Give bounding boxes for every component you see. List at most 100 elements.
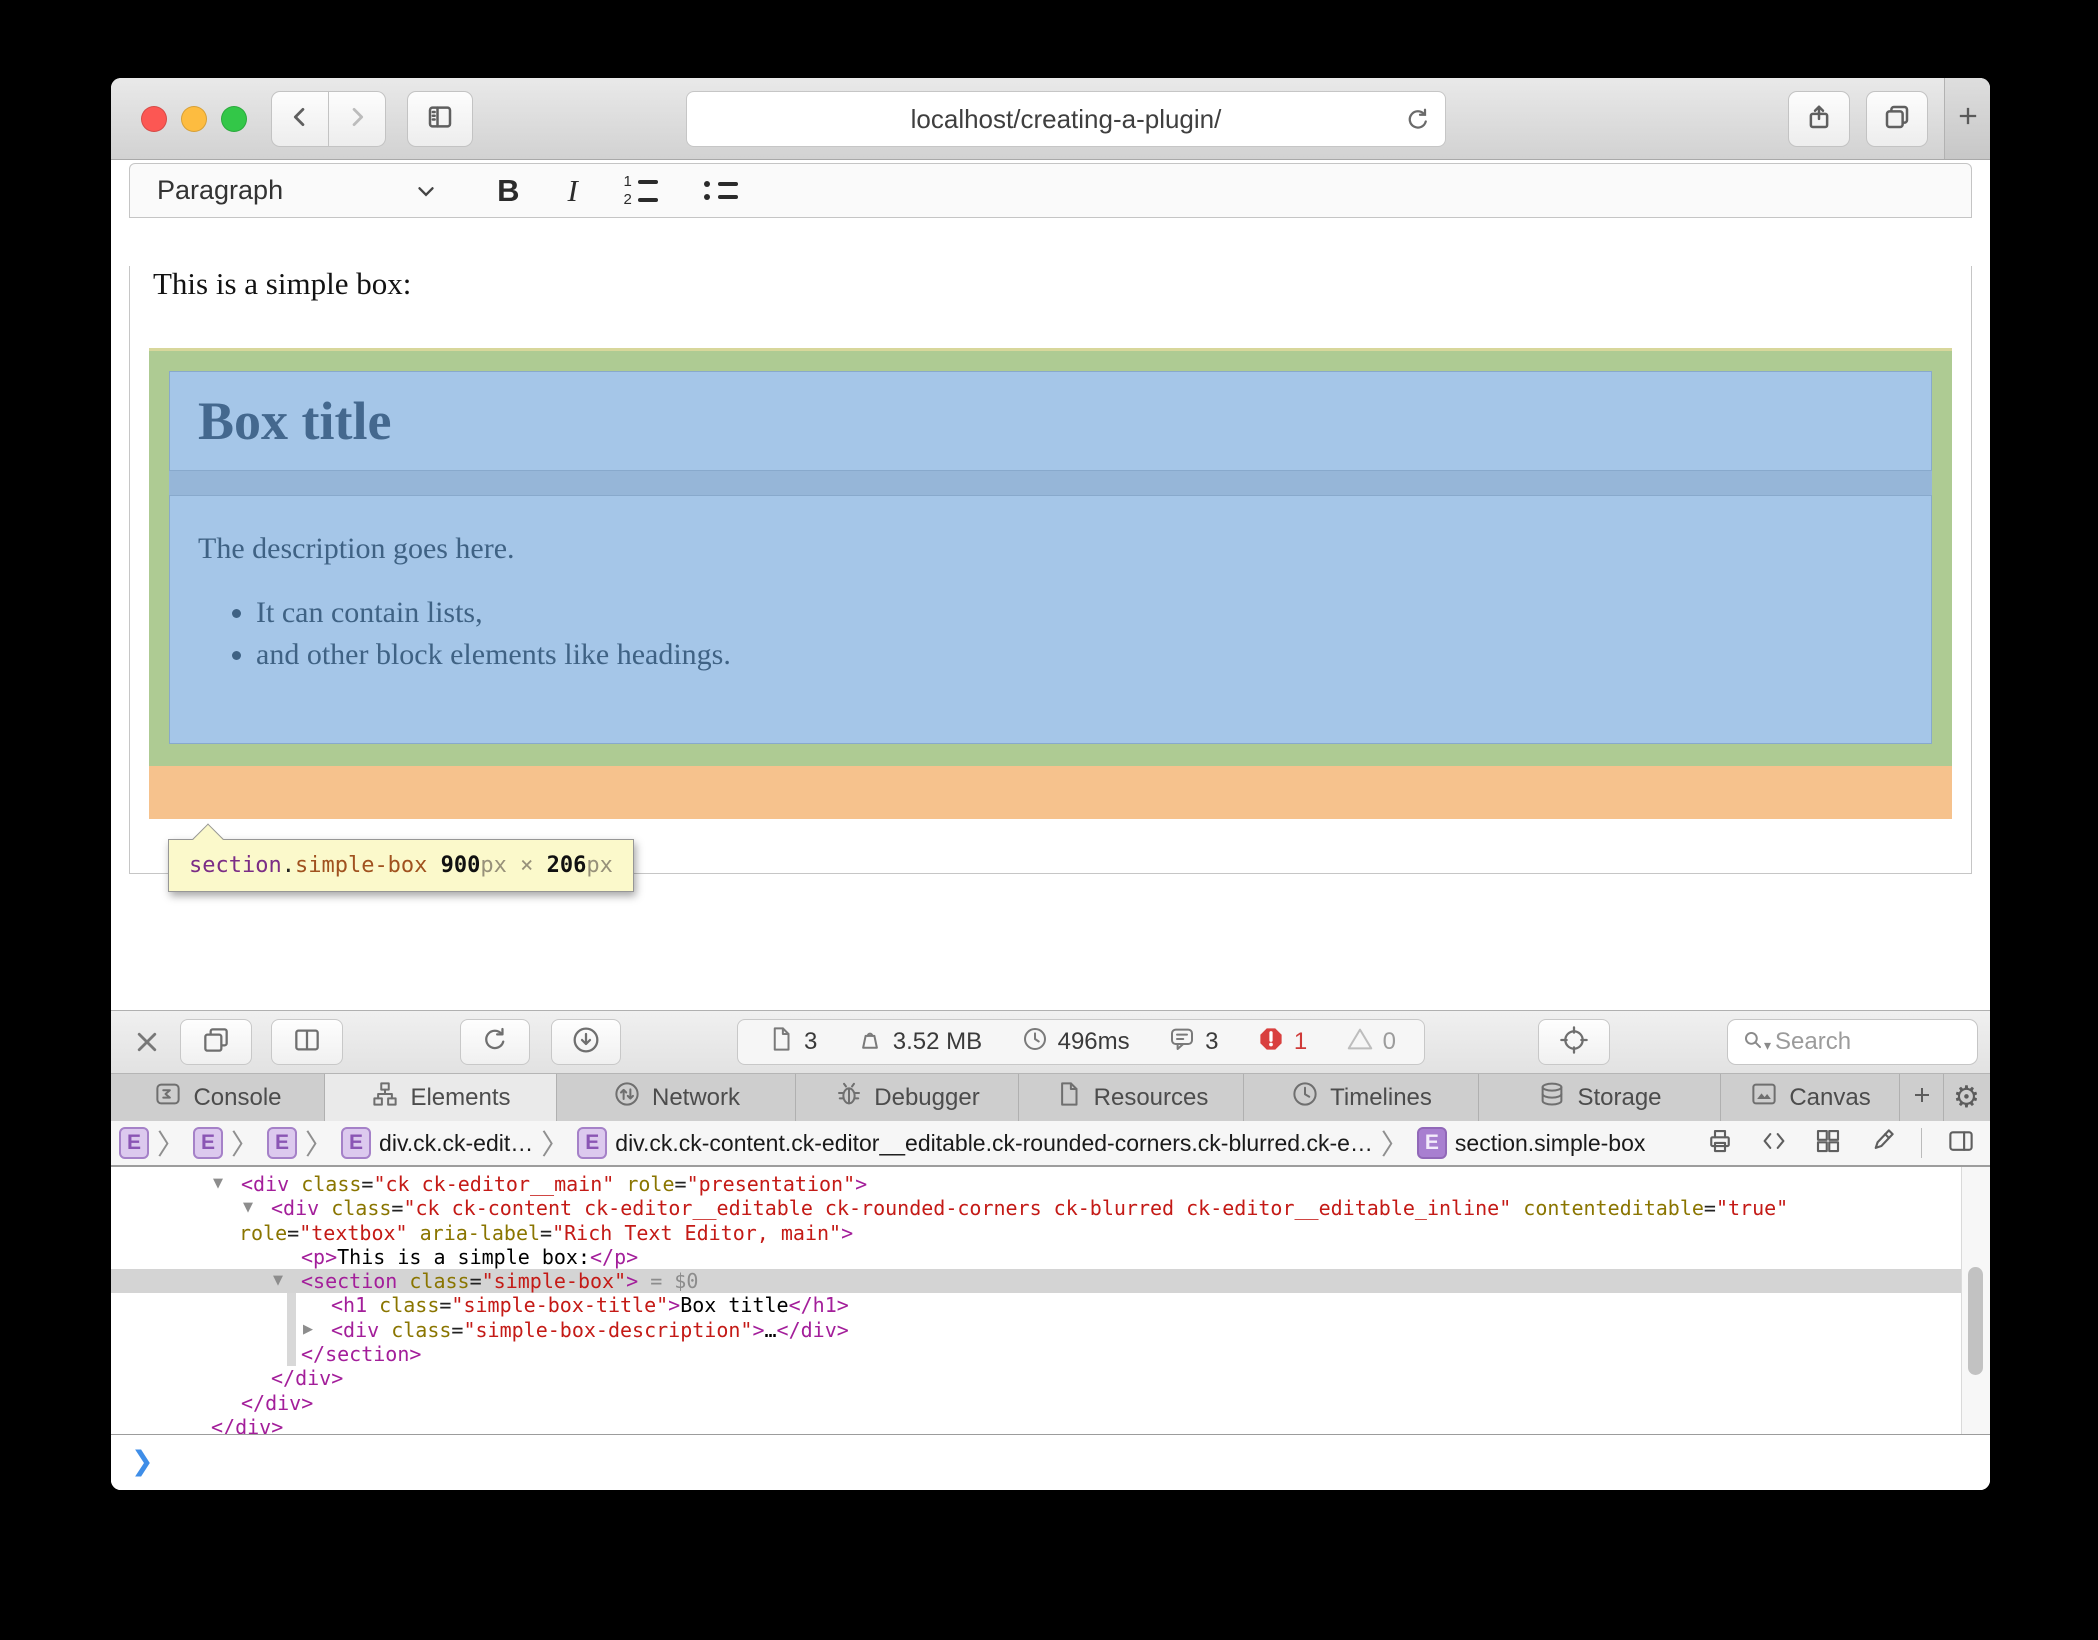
reload-page-button[interactable] bbox=[460, 1019, 530, 1065]
new-tab-button[interactable] bbox=[1944, 78, 1990, 159]
back-button[interactable] bbox=[271, 91, 329, 147]
tab-overview-button[interactable] bbox=[1866, 91, 1928, 147]
disclosure-open-icon[interactable]: ▼ bbox=[213, 1172, 223, 1196]
error-count-stat[interactable]: 1 bbox=[1256, 1024, 1307, 1061]
address-bar[interactable] bbox=[686, 91, 1446, 147]
add-tab-button[interactable] bbox=[1900, 1074, 1944, 1121]
zoom-window-button[interactable] bbox=[221, 106, 247, 132]
italic-button[interactable]: I bbox=[567, 173, 577, 209]
plus-icon bbox=[1910, 1083, 1934, 1112]
tab-debugger[interactable]: Debugger bbox=[796, 1074, 1019, 1121]
disclosure-open-icon[interactable]: ▼ bbox=[273, 1269, 283, 1293]
numbered-list-button[interactable]: 1 2 bbox=[622, 176, 658, 205]
dom-tree-row[interactable]: </div> bbox=[111, 1391, 1990, 1415]
search-scope-chevron-icon[interactable]: ▾ bbox=[1764, 1037, 1771, 1054]
minimize-window-button[interactable] bbox=[181, 106, 207, 132]
quick-console[interactable]: ❯ bbox=[111, 1434, 1990, 1490]
element-picker-button[interactable] bbox=[1538, 1019, 1610, 1065]
tab-timelines[interactable]: Timelines bbox=[1244, 1074, 1479, 1121]
dom-tree-row[interactable]: <h1 class="simple-box-title">Box title</… bbox=[111, 1293, 1990, 1317]
bold-button[interactable]: B bbox=[497, 173, 519, 209]
resource-count-stat[interactable]: 3 bbox=[766, 1024, 817, 1061]
breadcrumb-item[interactable]: E bbox=[119, 1127, 149, 1159]
tab-canvas[interactable]: Canvas bbox=[1721, 1074, 1900, 1121]
dock-side-button[interactable] bbox=[271, 1019, 343, 1065]
tab-elements[interactable]: Elements bbox=[325, 1074, 557, 1121]
description-list: It can contain lists, and other block ele… bbox=[198, 596, 1931, 672]
breadcrumb-item[interactable]: Ediv.ck.ck-edit… bbox=[341, 1127, 533, 1159]
inspector-size-tooltip: section.simple-box 900px × 206px bbox=[168, 839, 634, 892]
detach-inspector-button[interactable] bbox=[180, 1019, 252, 1065]
close-inspector-button[interactable] bbox=[130, 1025, 164, 1059]
inspector-search-field[interactable]: ▾ bbox=[1727, 1019, 1978, 1065]
tooltip-element-name: section bbox=[189, 853, 282, 878]
print-icon[interactable] bbox=[1705, 1126, 1735, 1161]
timelines-icon bbox=[1290, 1079, 1320, 1116]
dom-tree-row[interactable]: ▼<div class="ck ck-editor__main" role="p… bbox=[111, 1172, 1990, 1196]
intro-paragraph[interactable]: This is a simple box: bbox=[153, 266, 1952, 302]
list-item[interactable]: and other block elements like headings. bbox=[256, 638, 1931, 672]
address-input[interactable] bbox=[687, 92, 1445, 146]
dom-tree-row[interactable]: </div> bbox=[111, 1415, 1990, 1434]
code-brackets-icon[interactable] bbox=[1759, 1126, 1789, 1161]
back-chevron-icon bbox=[286, 103, 314, 136]
warning-count-stat[interactable]: 0 bbox=[1345, 1024, 1396, 1061]
disclosure-open-icon[interactable]: ▼ bbox=[243, 1196, 253, 1220]
simple-box-description[interactable]: The description goes here. It can contai… bbox=[169, 495, 1932, 744]
close-window-button[interactable] bbox=[141, 106, 167, 132]
download-page-button[interactable] bbox=[551, 1019, 621, 1065]
dom-tree-scrollbar[interactable] bbox=[1961, 1167, 1990, 1434]
dom-tree-row[interactable]: <p>This is a simple box:</p> bbox=[111, 1245, 1990, 1269]
rich-text-editable-area[interactable]: This is a simple box: Box title The desc… bbox=[129, 266, 1972, 874]
overlap-highlight-overlay: Box title The description goes here. It … bbox=[169, 371, 1932, 744]
settings-gear-icon[interactable]: ⚙ bbox=[1944, 1074, 1989, 1121]
tab-resources[interactable]: Resources bbox=[1019, 1074, 1244, 1121]
details-sidebar-toggle-icon[interactable] bbox=[1946, 1126, 1976, 1161]
scrollbar-thumb[interactable] bbox=[1968, 1267, 1983, 1375]
bulleted-list-button[interactable] bbox=[702, 181, 738, 200]
paintbrush-icon[interactable] bbox=[1867, 1126, 1897, 1161]
forward-button[interactable] bbox=[328, 91, 386, 147]
tab-console[interactable]: Console bbox=[111, 1074, 325, 1121]
weight-icon bbox=[855, 1024, 885, 1061]
share-button[interactable] bbox=[1788, 91, 1850, 147]
plus-icon bbox=[1954, 102, 1982, 135]
disclosure-closed-icon[interactable]: ▶ bbox=[303, 1318, 313, 1342]
element-badge: E bbox=[193, 1127, 223, 1159]
dom-tree-row[interactable]: role="textbox" aria-label="Rich Text Edi… bbox=[111, 1221, 1990, 1245]
dom-tree-row[interactable]: ▶<div class="simple-box-description">…</… bbox=[111, 1318, 1990, 1342]
warning-triangle-icon bbox=[1345, 1024, 1375, 1061]
tabs-icon bbox=[1882, 102, 1912, 137]
chevron-right-icon: 〉 bbox=[157, 1123, 185, 1163]
breadcrumb-item[interactable]: E bbox=[193, 1127, 223, 1159]
transfer-size-stat[interactable]: 3.52 MB bbox=[855, 1024, 982, 1061]
debugger-icon bbox=[834, 1079, 864, 1116]
dom-tree-row-selected[interactable]: ▼<section class="simple-box"> = $0 bbox=[111, 1269, 1990, 1293]
breadcrumb-actions bbox=[1705, 1121, 1976, 1165]
tooltip-class-name: simple-box bbox=[295, 853, 427, 878]
search-input[interactable] bbox=[1775, 1028, 1977, 1056]
element-badge: E bbox=[577, 1127, 607, 1159]
breadcrumb-item[interactable]: Ediv.ck.ck-content.ck-editor__editable.c… bbox=[577, 1127, 1373, 1159]
dom-tree-row[interactable]: </section> bbox=[111, 1342, 1990, 1366]
grid-layout-icon[interactable] bbox=[1813, 1126, 1843, 1161]
tab-network[interactable]: Network bbox=[557, 1074, 796, 1121]
reload-icon[interactable] bbox=[1403, 105, 1433, 135]
breadcrumb-item[interactable]: E bbox=[267, 1127, 297, 1159]
console-prompt-icon[interactable]: ❯ bbox=[131, 1446, 154, 1477]
paragraph-style-dropdown[interactable]: Paragraph bbox=[157, 175, 283, 206]
breadcrumb-item[interactable]: Esection.simple-box bbox=[1417, 1127, 1645, 1159]
load-time-stat[interactable]: 496ms bbox=[1020, 1024, 1130, 1061]
sidebar-toggle-button[interactable] bbox=[407, 91, 473, 147]
dom-tree-row[interactable]: ▼<div class="ck ck-content ck-editor__ed… bbox=[111, 1196, 1990, 1220]
error-octagon-icon bbox=[1256, 1024, 1286, 1061]
list-item[interactable]: It can contain lists, bbox=[256, 596, 1931, 630]
element-badge: E bbox=[119, 1127, 149, 1159]
tab-storage[interactable]: Storage bbox=[1479, 1074, 1721, 1121]
dom-tree-row[interactable]: </div> bbox=[111, 1366, 1990, 1390]
breadcrumb: E〉E〉E〉Ediv.ck.ck-edit…〉Ediv.ck.ck-conten… bbox=[111, 1121, 1990, 1167]
simple-box-title[interactable]: Box title bbox=[169, 371, 1932, 471]
speech-bubble-icon bbox=[1167, 1024, 1197, 1061]
chevron-down-icon[interactable] bbox=[413, 178, 439, 204]
console-message-count-stat[interactable]: 3 bbox=[1167, 1024, 1218, 1061]
